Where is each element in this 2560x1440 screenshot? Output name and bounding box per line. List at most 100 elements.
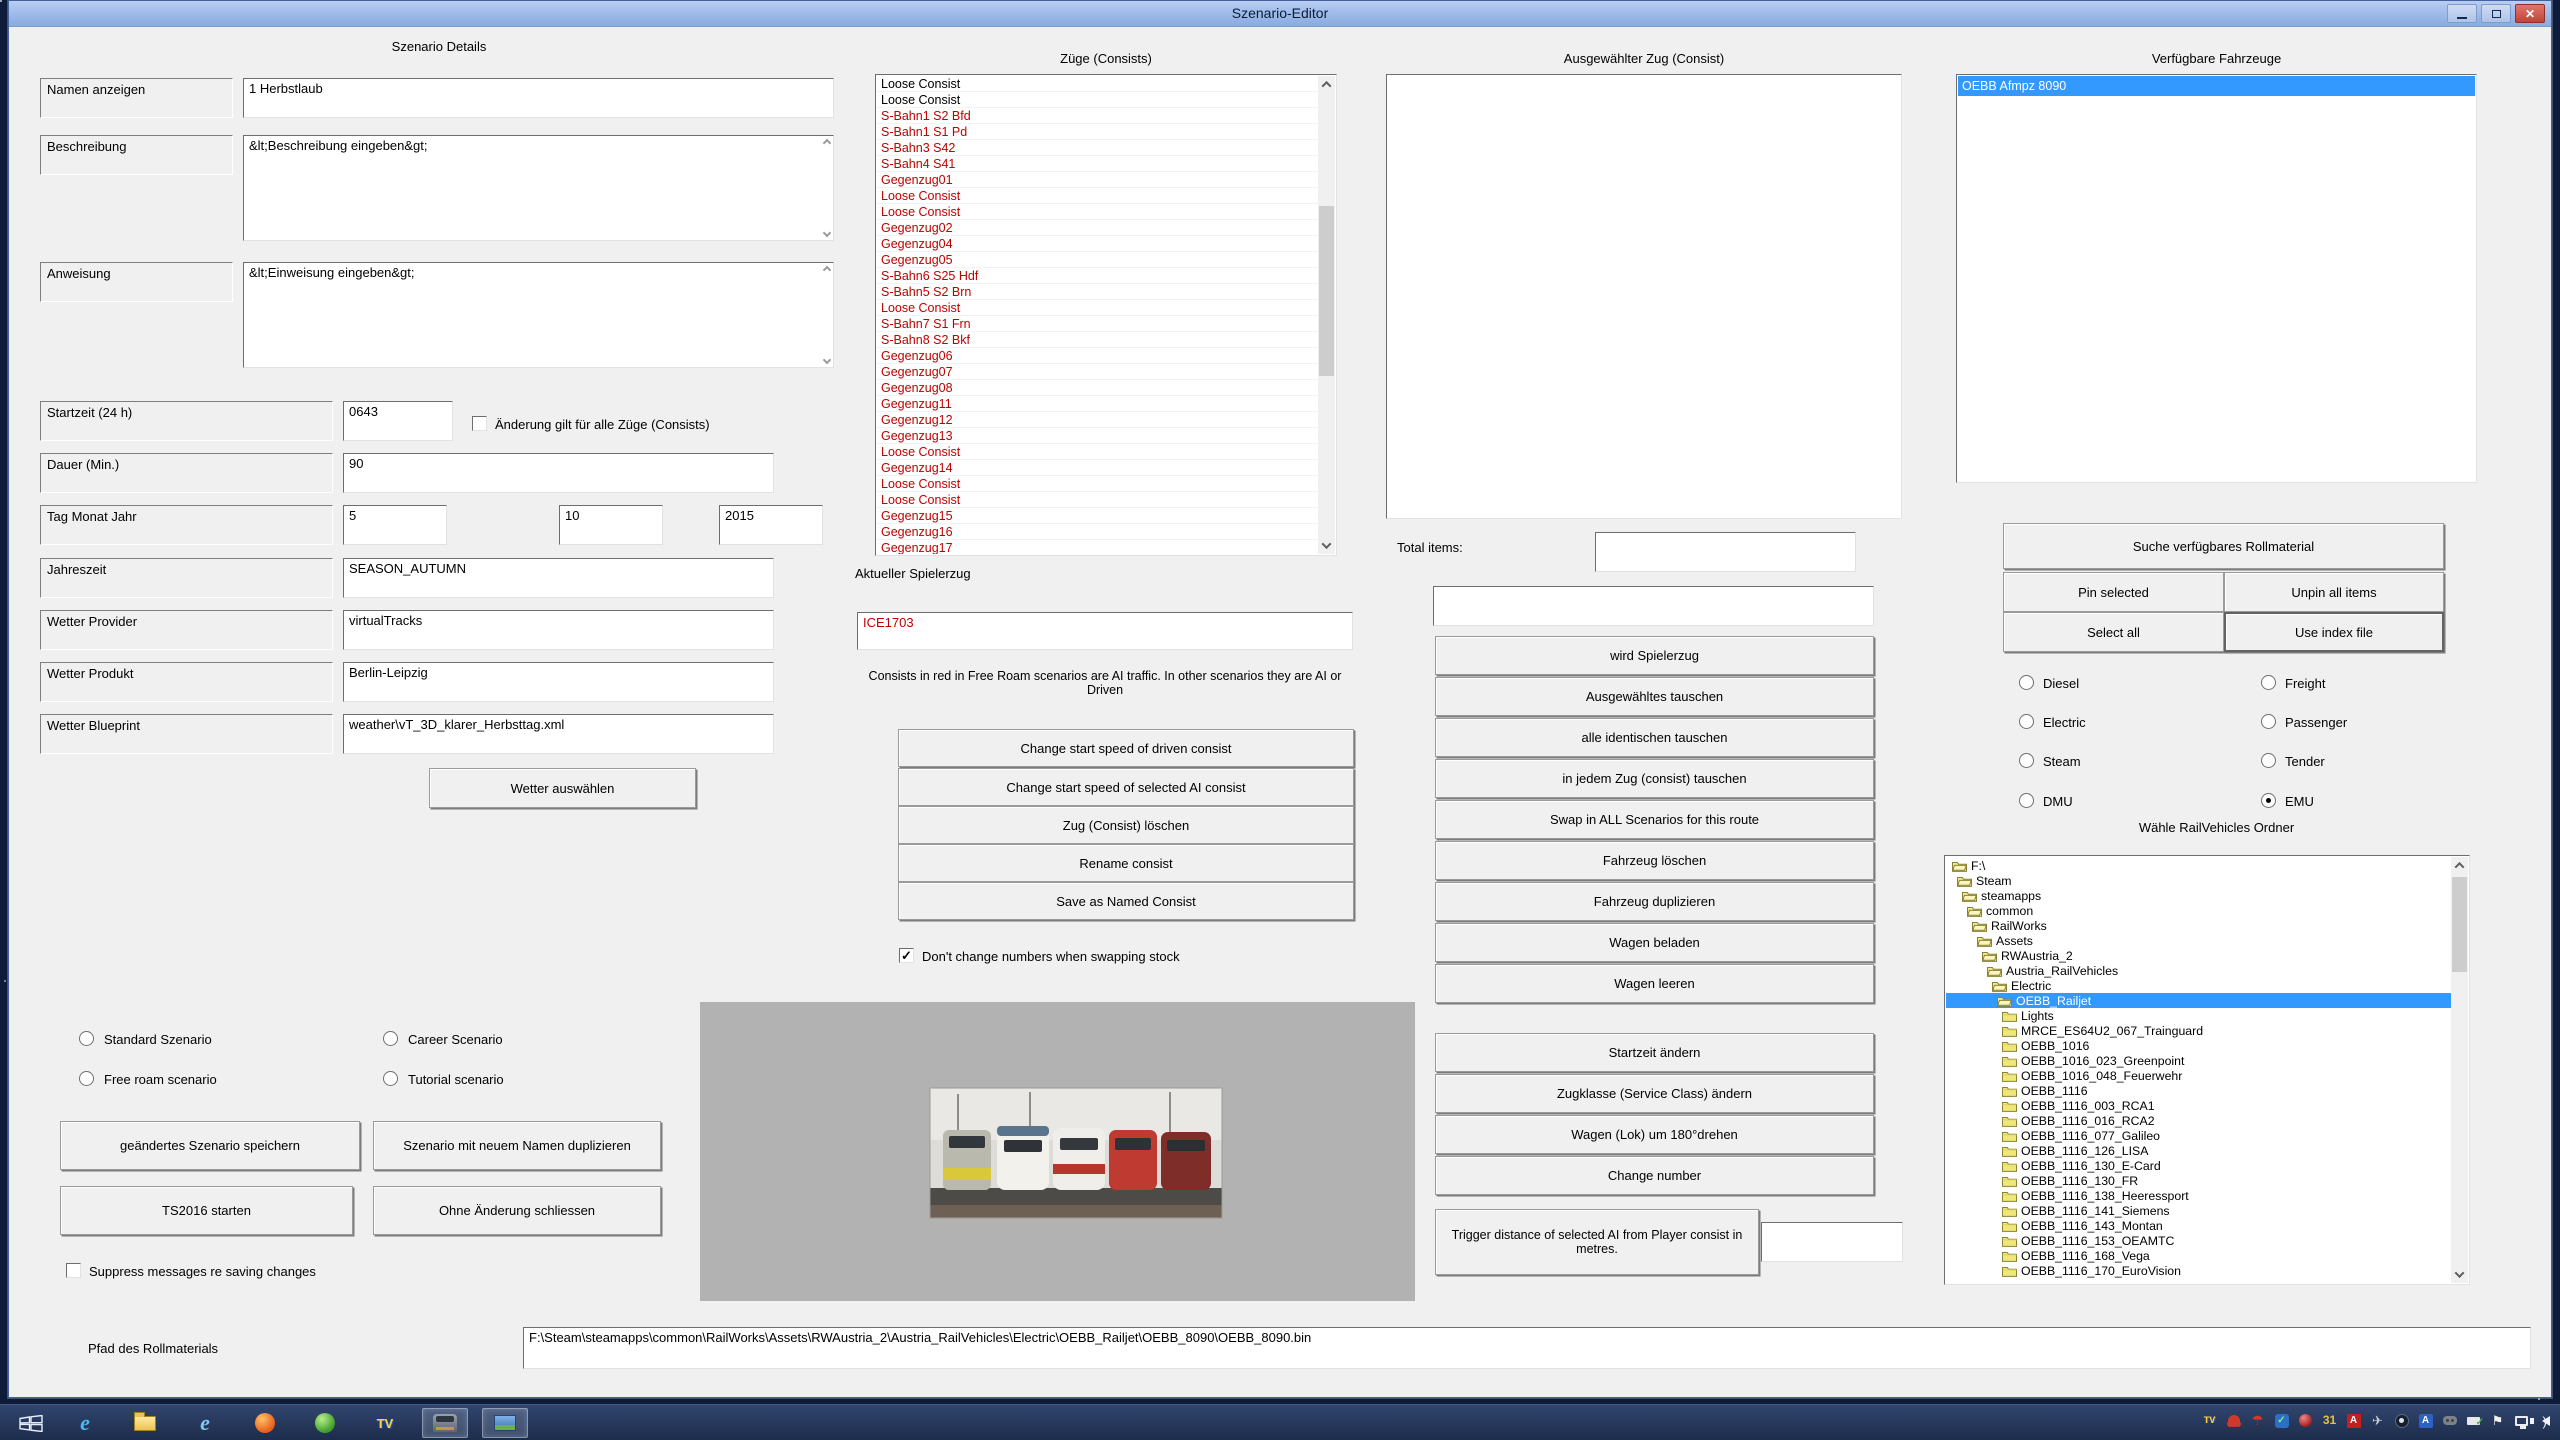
start-ts2016-button[interactable]: TS2016 starten [60,1186,353,1235]
consist-row[interactable]: Gegenzug07 [877,364,1318,380]
tree-item[interactable]: OEBB_1116_141_Siemens [1946,1203,2451,1218]
taskbar-browser-e-icon[interactable]: e [182,1408,228,1438]
taskbar-firefox-icon[interactable] [242,1408,288,1438]
scroll-down-icon[interactable] [1318,537,1335,554]
rename-consist-button[interactable]: Rename consist [898,844,1354,882]
taskbar-file-explorer-icon[interactable] [122,1408,168,1438]
tree-item[interactable]: OEBB_1116_153_OEAMTC [1946,1233,2451,1248]
tree-item[interactable]: RailWorks [1946,918,2451,933]
diesel-radio[interactable] [2019,675,2034,690]
current-player-train-input[interactable]: ICE1703 [857,612,1353,650]
swap-selected-button[interactable]: Ausgewähltes tauschen [1435,677,1874,716]
steam-icon[interactable] [2393,1412,2410,1429]
scroll-up-icon[interactable] [822,265,832,275]
tree-item[interactable]: F:\ [1946,858,2451,873]
available-vehicles-list[interactable]: OEBB Afmpz 8090 [1956,74,2477,483]
save-scenario-button[interactable]: geändertes Szenario speichern [60,1121,360,1170]
consist-row[interactable]: Loose Consist [877,492,1318,508]
taskbar-tv-app-icon[interactable]: TV [362,1408,408,1438]
tree-item[interactable]: Lights [1946,1008,2451,1023]
duration-input[interactable]: 90 [343,453,774,493]
selected-info-input[interactable] [1433,586,1874,626]
action-center-flag-icon[interactable]: ⚑ [2489,1412,2506,1429]
consist-row[interactable]: Loose Consist [877,476,1318,492]
scroll-down-icon[interactable] [822,228,832,238]
scroll-up-icon[interactable] [2451,857,2468,874]
start-time-input[interactable]: 0643 [343,401,453,441]
change-speed-driven-button[interactable]: Change start speed of driven consist [898,729,1354,767]
consist-row[interactable]: Loose Consist [877,76,1318,92]
consist-row[interactable]: S-Bahn3 S42 [877,140,1318,156]
consist-row[interactable]: Gegenzug13 [877,428,1318,444]
duplicate-scenario-button[interactable]: Szenario mit neuem Namen duplizieren [373,1121,661,1170]
tree-item[interactable]: OEBB_1116_130_E-Card [1946,1158,2451,1173]
maximize-button[interactable] [2481,4,2511,23]
scroll-down-icon[interactable] [822,355,832,365]
search-stock-button[interactable]: Suche verfügbares Rollmaterial [2003,523,2444,569]
tree-item[interactable]: Electric [1946,978,2451,993]
scrollbar-thumb[interactable] [1319,206,1334,376]
weather-blueprint-input[interactable]: weather\vT_3D_klarer_Herbsttag.xml [343,714,774,754]
change-speed-ai-button[interactable]: Change start speed of selected AI consis… [898,768,1354,806]
blue-check-icon[interactable]: ✓ [2273,1412,2290,1429]
consist-row[interactable]: Gegenzug11 [877,396,1318,412]
tree-item[interactable]: OEBB_1016_048_Feuerwehr [1946,1068,2451,1083]
steam-radio[interactable] [2019,753,2034,768]
consist-row[interactable]: Loose Consist [877,92,1318,108]
swap-all-scenarios-button[interactable]: Swap in ALL Scenarios for this route [1435,800,1874,839]
red-dots-icon[interactable] [2225,1412,2242,1429]
trigger-distance-input[interactable] [1761,1222,1903,1262]
total-items-input[interactable] [1595,532,1856,572]
choose-weather-button[interactable]: Wetter auswählen [429,768,696,808]
network-icon[interactable] [2513,1412,2530,1429]
weather-product-input[interactable]: Berlin-Leipzig [343,662,774,702]
emu-radio[interactable] [2261,793,2276,808]
freeroam-scenario-radio[interactable] [79,1071,94,1086]
instruction-input[interactable]: &lt;Einweisung eingeben&gt; [243,262,834,368]
apply-all-checkbox[interactable] [472,416,487,431]
tree-item[interactable]: common [1946,903,2451,918]
tree-item[interactable]: OEBB_1016 [1946,1038,2451,1053]
avira-umbrella-icon[interactable]: ☂ [2249,1412,2266,1429]
change-start-time-button[interactable]: Startzeit ändern [1435,1033,1874,1072]
load-wagon-button[interactable]: Wagen beladen [1435,923,1874,962]
consist-row[interactable]: Gegenzug02 [877,220,1318,236]
weather-provider-input[interactable]: virtualTracks [343,610,774,650]
change-service-class-button[interactable]: Zugklasse (Service Class) ändern [1435,1074,1874,1113]
consist-row[interactable]: S-Bahn4 S41 [877,156,1318,172]
scroll-up-icon[interactable] [822,138,832,148]
tree-item[interactable]: steamapps [1946,888,2451,903]
delete-vehicle-button[interactable]: Fahrzeug löschen [1435,841,1874,880]
scroll-down-icon[interactable] [2451,1266,2468,1283]
adobe-icon[interactable]: A [2345,1412,2362,1429]
change-number-button[interactable]: Change number [1435,1156,1874,1195]
tree-item[interactable]: OEBB_1116_077_Galileo [1946,1128,2451,1143]
consist-row[interactable]: S-Bahn6 S25 Hdf [877,268,1318,284]
vehicle-row[interactable]: OEBB Afmpz 8090 [1958,76,2475,96]
consist-row[interactable]: Gegenzug16 [877,524,1318,540]
tree-item[interactable]: Assets [1946,933,2451,948]
tree-item[interactable]: MRCE_ES64U2_067_Trainguard [1946,1023,2451,1038]
rotate-180-button[interactable]: Wagen (Lok) um 180°drehen [1435,1115,1874,1154]
standard-scenario-radio[interactable] [79,1031,94,1046]
taskbar-scenario-editor-app-icon[interactable] [422,1408,468,1438]
tree-item[interactable]: OEBB_1116_138_Heeressport [1946,1188,2451,1203]
usb-eject-icon[interactable] [2465,1412,2484,1431]
tree-item[interactable]: Steam [1946,873,2451,888]
empty-wagon-button[interactable]: Wagen leeren [1435,964,1874,1003]
tree-item[interactable]: OEBB_1116_170_EuroVision [1946,1263,2451,1278]
taskbar-internet-explorer-icon[interactable]: e [62,1408,108,1438]
name-input[interactable]: 1 Herbstlaub [243,78,834,118]
tree-item[interactable]: OEBB_1116_143_Montan [1946,1218,2451,1233]
volume-icon[interactable] [2529,1412,2554,1430]
consist-row[interactable]: S-Bahn1 S1 Pd [877,124,1318,140]
tree-item[interactable]: OEBB_1116_126_LISA [1946,1143,2451,1158]
consist-row[interactable]: Loose Consist [877,204,1318,220]
consist-row[interactable]: Loose Consist [877,300,1318,316]
close-button[interactable]: ✕ [2515,4,2545,23]
tree-item[interactable]: OEBB_1116_016_RCA2 [1946,1113,2451,1128]
gamepad-icon[interactable] [2441,1412,2458,1429]
red-sphere-icon[interactable] [2297,1412,2314,1429]
consist-row[interactable]: Gegenzug12 [877,412,1318,428]
tree-item[interactable]: RWAustria_2 [1946,948,2451,963]
